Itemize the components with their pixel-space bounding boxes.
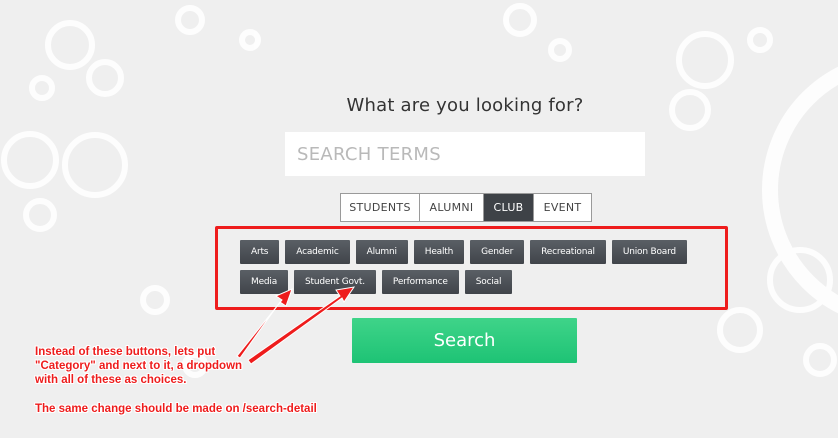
page-headline: What are you looking for? <box>346 95 584 116</box>
category-button-social[interactable]: Social <box>464 270 513 294</box>
category-button-gender[interactable]: Gender <box>470 240 525 264</box>
category-button-health[interactable]: Health <box>413 240 465 264</box>
category-button-performance[interactable]: Performance <box>381 270 459 294</box>
annotation-line-1: Instead of these buttons, lets put <box>35 346 216 358</box>
annotation-note: Instead of these buttons, lets put "Cate… <box>35 345 242 387</box>
annotation-line-2: "Category" and next to it, a dropdown <box>35 360 243 372</box>
annotation-line-3: with all of these as choices. <box>35 374 187 386</box>
category-row-2: Media Student Govt. Performance Social <box>240 270 513 294</box>
category-button-union-board[interactable]: Union Board <box>611 240 687 264</box>
tab-club[interactable]: CLUB <box>484 194 534 221</box>
search-terms-input[interactable] <box>285 132 645 176</box>
tab-students[interactable]: STUDENTS <box>341 194 420 221</box>
type-tab-group: STUDENTS ALUMNI CLUB EVENT <box>340 193 592 222</box>
tab-alumni[interactable]: ALUMNI <box>420 194 484 221</box>
annotation-highlight-box <box>215 226 728 310</box>
annotation-note-secondary: The same change should be made on /searc… <box>35 403 317 415</box>
category-button-media[interactable]: Media <box>240 270 289 294</box>
category-button-arts[interactable]: Arts <box>240 240 280 264</box>
category-button-academic[interactable]: Academic <box>285 240 350 264</box>
category-button-alumni[interactable]: Alumni <box>355 240 408 264</box>
search-button[interactable]: Search <box>352 318 577 363</box>
category-button-recreational[interactable]: Recreational <box>530 240 606 264</box>
category-row-1: Arts Academic Alumni Health Gender Recre… <box>240 240 687 264</box>
category-button-student-govt[interactable]: Student Govt. <box>294 270 376 294</box>
tab-event[interactable]: EVENT <box>534 194 591 221</box>
